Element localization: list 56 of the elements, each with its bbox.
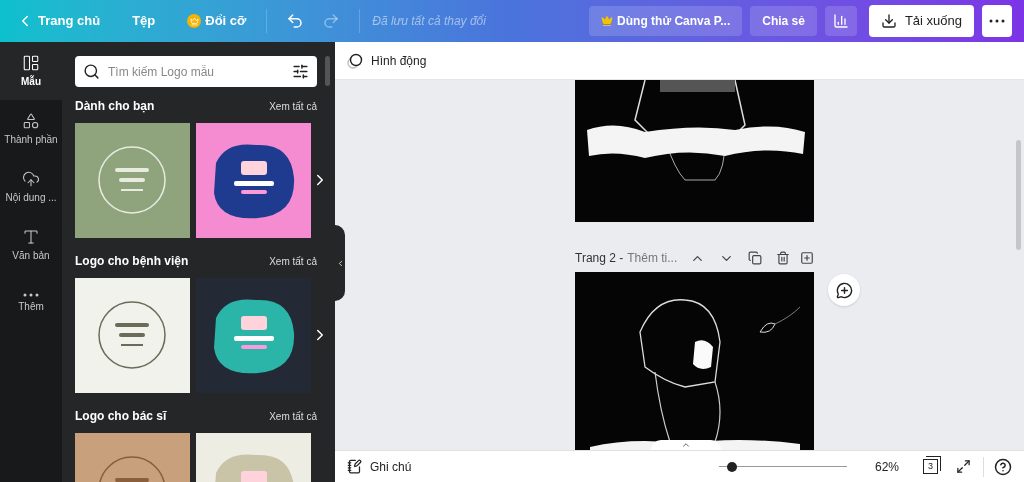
bar-chart-icon bbox=[832, 13, 849, 29]
layout-icon bbox=[22, 53, 40, 72]
more-icon bbox=[989, 19, 1005, 23]
filter-icon[interactable] bbox=[292, 63, 309, 80]
see-all-link[interactable]: Xem tất cả bbox=[269, 98, 317, 114]
help-icon bbox=[994, 457, 1012, 476]
sidebar-tab[interactable]: Nội dung ... bbox=[0, 158, 62, 216]
sidebar-tab[interactable]: Mẫu bbox=[0, 42, 62, 100]
insights-button[interactable] bbox=[824, 6, 857, 36]
share-button[interactable]: Chia sẻ bbox=[750, 6, 817, 36]
add-page-icon[interactable] bbox=[800, 251, 814, 265]
see-all-link[interactable]: Xem tất cả bbox=[269, 253, 317, 269]
search-icon bbox=[83, 63, 100, 80]
zoom-slider[interactable] bbox=[718, 460, 847, 473]
notes-button[interactable]: Ghi chú bbox=[347, 457, 412, 476]
more-icon bbox=[23, 292, 39, 297]
redo-icon bbox=[322, 12, 341, 30]
section-title: Dành cho bạn bbox=[75, 98, 155, 115]
zoom-reading: 62% bbox=[874, 458, 899, 476]
download-icon bbox=[880, 13, 897, 29]
delete-icon[interactable] bbox=[776, 251, 790, 265]
scrollbar-thumb[interactable] bbox=[325, 56, 330, 86]
save-status: Đã lưu tất cả thay đổi bbox=[372, 13, 486, 30]
crown-icon bbox=[187, 14, 202, 28]
expand-tab[interactable] bbox=[651, 440, 721, 450]
cloud-upload-icon bbox=[22, 169, 40, 188]
collapse-handle[interactable] bbox=[335, 225, 345, 301]
undo-icon bbox=[286, 12, 305, 30]
see-all-link[interactable]: Xem tất cả bbox=[269, 408, 317, 424]
sidebar-tab[interactable]: Văn bản bbox=[0, 216, 62, 274]
fullscreen-icon bbox=[956, 459, 971, 474]
crown-icon bbox=[601, 15, 614, 27]
download-button[interactable]: Tải xuống bbox=[868, 5, 974, 37]
comment-plus-icon bbox=[835, 281, 853, 299]
page-title-field[interactable]: Thêm ti... bbox=[627, 249, 678, 267]
chevron-up-icon bbox=[681, 440, 691, 450]
text-icon bbox=[22, 227, 40, 246]
search-bar[interactable]: Tìm kiếm Logo mẫu bbox=[75, 56, 317, 87]
animate-icon bbox=[347, 52, 363, 69]
page-count-button[interactable]: 3 bbox=[923, 459, 938, 474]
animate-button[interactable]: Hình động bbox=[347, 51, 427, 70]
notes-icon bbox=[347, 459, 362, 474]
more-button[interactable] bbox=[982, 5, 1012, 37]
sidebar-tab[interactable]: Thành phần bbox=[0, 100, 62, 158]
duplicate-icon[interactable] bbox=[748, 251, 762, 265]
page-label: Trang 2 - bbox=[575, 250, 624, 267]
section-title: Logo cho bệnh viện bbox=[75, 253, 189, 270]
section-title: Logo cho bác sĩ bbox=[75, 408, 167, 425]
fullscreen-button[interactable] bbox=[956, 459, 971, 474]
help-button[interactable] bbox=[994, 457, 1012, 476]
search-field[interactable]: Tìm kiếm Logo mẫu bbox=[108, 62, 284, 81]
shapes-icon bbox=[22, 111, 40, 130]
add-comment-button[interactable] bbox=[828, 274, 860, 306]
sidebar-tab[interactable]: Thêm bbox=[0, 274, 62, 332]
scrollbar-thumb[interactable] bbox=[1016, 140, 1021, 250]
try-pro-button[interactable]: Dùng thử Canva P... bbox=[589, 6, 743, 36]
